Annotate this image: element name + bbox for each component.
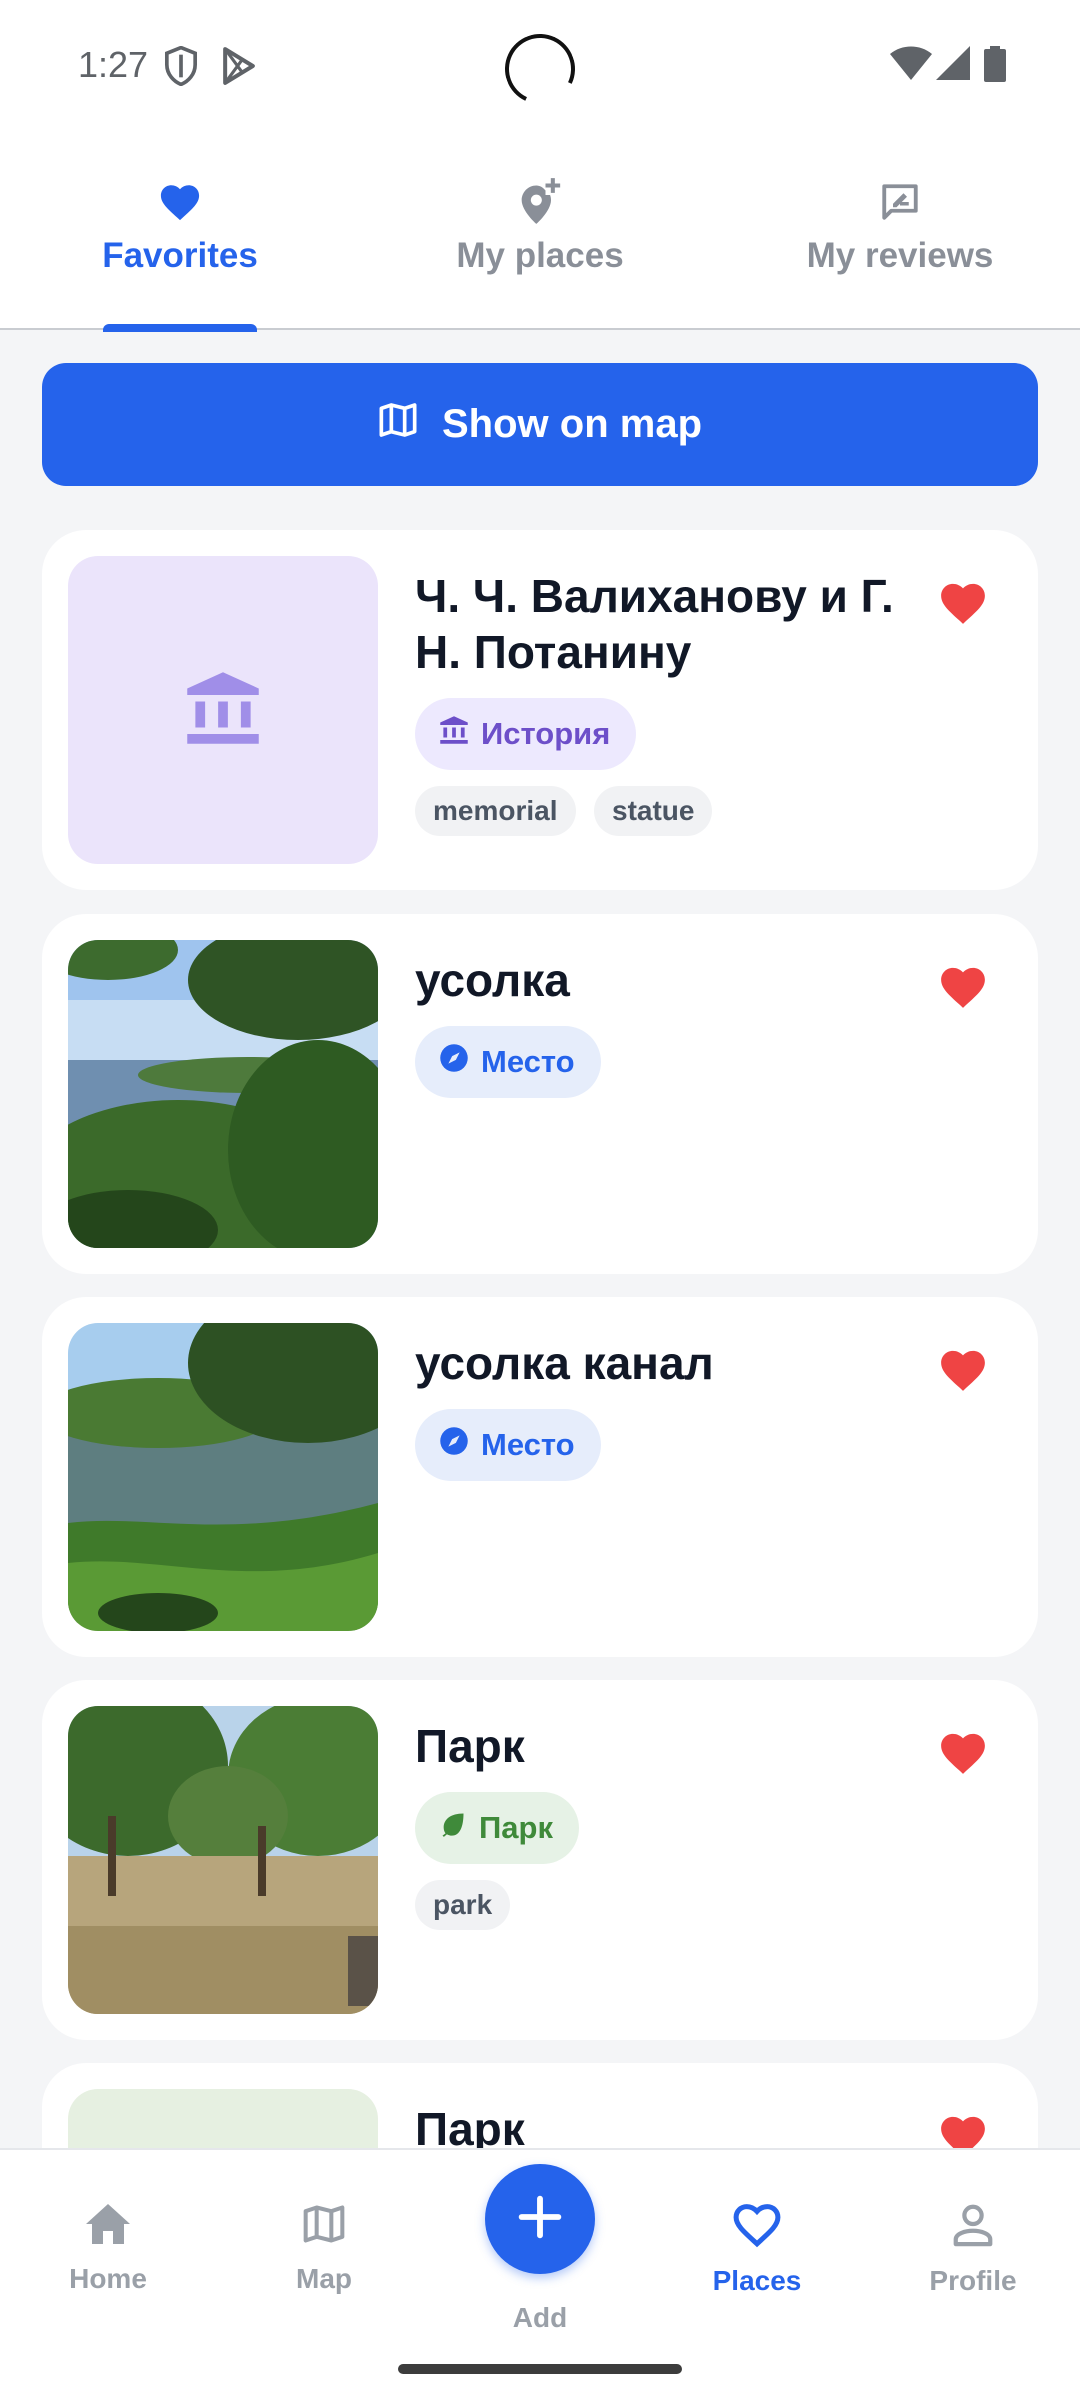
compass-icon bbox=[439, 1043, 469, 1081]
place-thumbnail bbox=[68, 556, 378, 864]
place-title: Парк bbox=[415, 1720, 525, 1772]
compass-icon bbox=[439, 1426, 469, 1464]
place-title: усолка канал bbox=[415, 1337, 714, 1389]
camera-cutout bbox=[495, 24, 585, 114]
tab-label: My places bbox=[456, 236, 624, 275]
category-chip: Место bbox=[415, 1409, 601, 1481]
map-icon bbox=[301, 2202, 347, 2251]
leaf-icon bbox=[439, 1810, 467, 1846]
shield-icon bbox=[164, 45, 198, 91]
category-label: История bbox=[481, 716, 611, 751]
tag-chip: statue bbox=[594, 786, 713, 836]
favorite-heart-icon[interactable] bbox=[938, 580, 988, 626]
show-on-map-button[interactable]: Show on map bbox=[42, 363, 1038, 486]
museum-icon bbox=[184, 668, 262, 753]
nav-label: Profile bbox=[929, 2265, 1017, 2296]
home-indicator[interactable] bbox=[398, 2364, 682, 2374]
show-on-map-label: Show on map bbox=[442, 402, 702, 446]
wifi-icon bbox=[890, 46, 932, 85]
map-icon bbox=[378, 400, 418, 450]
nav-home[interactable]: Home bbox=[28, 2202, 188, 2295]
place-card[interactable]: усолка Место bbox=[42, 914, 1038, 1274]
category-chip: Парк bbox=[415, 1792, 579, 1864]
battery-icon bbox=[984, 46, 1006, 87]
tag-chip: memorial bbox=[415, 786, 576, 836]
add-location-icon bbox=[518, 178, 562, 226]
place-photo bbox=[68, 1323, 378, 1631]
tab-my-reviews[interactable]: My reviews bbox=[720, 134, 1080, 330]
bottom-nav: Home Map Add Places Profile bbox=[0, 2148, 1080, 2400]
tab-favorites[interactable]: Favorites bbox=[0, 134, 360, 332]
tab-my-places[interactable]: My places bbox=[360, 134, 720, 330]
favorite-heart-icon[interactable] bbox=[938, 964, 988, 1010]
place-card[interactable]: усолка канал Место bbox=[42, 1297, 1038, 1657]
rate-review-icon bbox=[878, 178, 922, 226]
place-card[interactable]: Парк Парк park bbox=[42, 1680, 1038, 2040]
home-icon bbox=[84, 2202, 132, 2251]
tab-indicator bbox=[103, 324, 257, 332]
tab-label: Favorites bbox=[102, 236, 258, 275]
place-card[interactable]: Ч. Ч. Валиханову и Г. Н. Потанину Истори… bbox=[42, 530, 1038, 890]
nav-label: Places bbox=[712, 2265, 802, 2296]
category-chip: Место bbox=[415, 1026, 601, 1098]
category-label: Место bbox=[481, 1427, 575, 1462]
status-bar: 1:27 bbox=[0, 0, 1080, 134]
tab-label: My reviews bbox=[806, 236, 994, 275]
heart-icon bbox=[158, 178, 202, 226]
nav-map[interactable]: Map bbox=[244, 2202, 404, 2295]
nav-label[interactable]: Add bbox=[480, 2302, 600, 2334]
nav-label: Map bbox=[296, 2263, 352, 2294]
place-title: усолка bbox=[415, 954, 570, 1006]
place-photo bbox=[68, 1706, 378, 2014]
place-title: Ч. Ч. Валиханову и Г. Н. Потанину bbox=[415, 570, 894, 678]
favorite-heart-icon[interactable] bbox=[938, 1730, 988, 1776]
play-store-icon bbox=[220, 46, 258, 91]
tag-chip: park bbox=[415, 1880, 511, 1930]
person-icon bbox=[950, 2202, 996, 2253]
status-time: 1:27 bbox=[78, 44, 149, 85]
favorite-heart-icon[interactable] bbox=[938, 1347, 988, 1393]
top-tabs: Favorites My places My reviews bbox=[0, 134, 1080, 332]
plus-icon bbox=[518, 2195, 562, 2244]
museum-icon bbox=[439, 715, 469, 753]
signal-icon bbox=[936, 46, 970, 85]
category-label: Парк bbox=[479, 1810, 553, 1845]
nav-places[interactable]: Places bbox=[677, 2202, 837, 2297]
category-label: Место bbox=[481, 1044, 575, 1079]
nav-label: Home bbox=[69, 2263, 147, 2294]
heart-outline-icon bbox=[731, 2202, 783, 2253]
add-button[interactable] bbox=[485, 2164, 595, 2274]
nav-profile[interactable]: Profile bbox=[893, 2202, 1053, 2297]
place-photo bbox=[68, 940, 378, 1248]
category-chip: История bbox=[415, 698, 637, 770]
